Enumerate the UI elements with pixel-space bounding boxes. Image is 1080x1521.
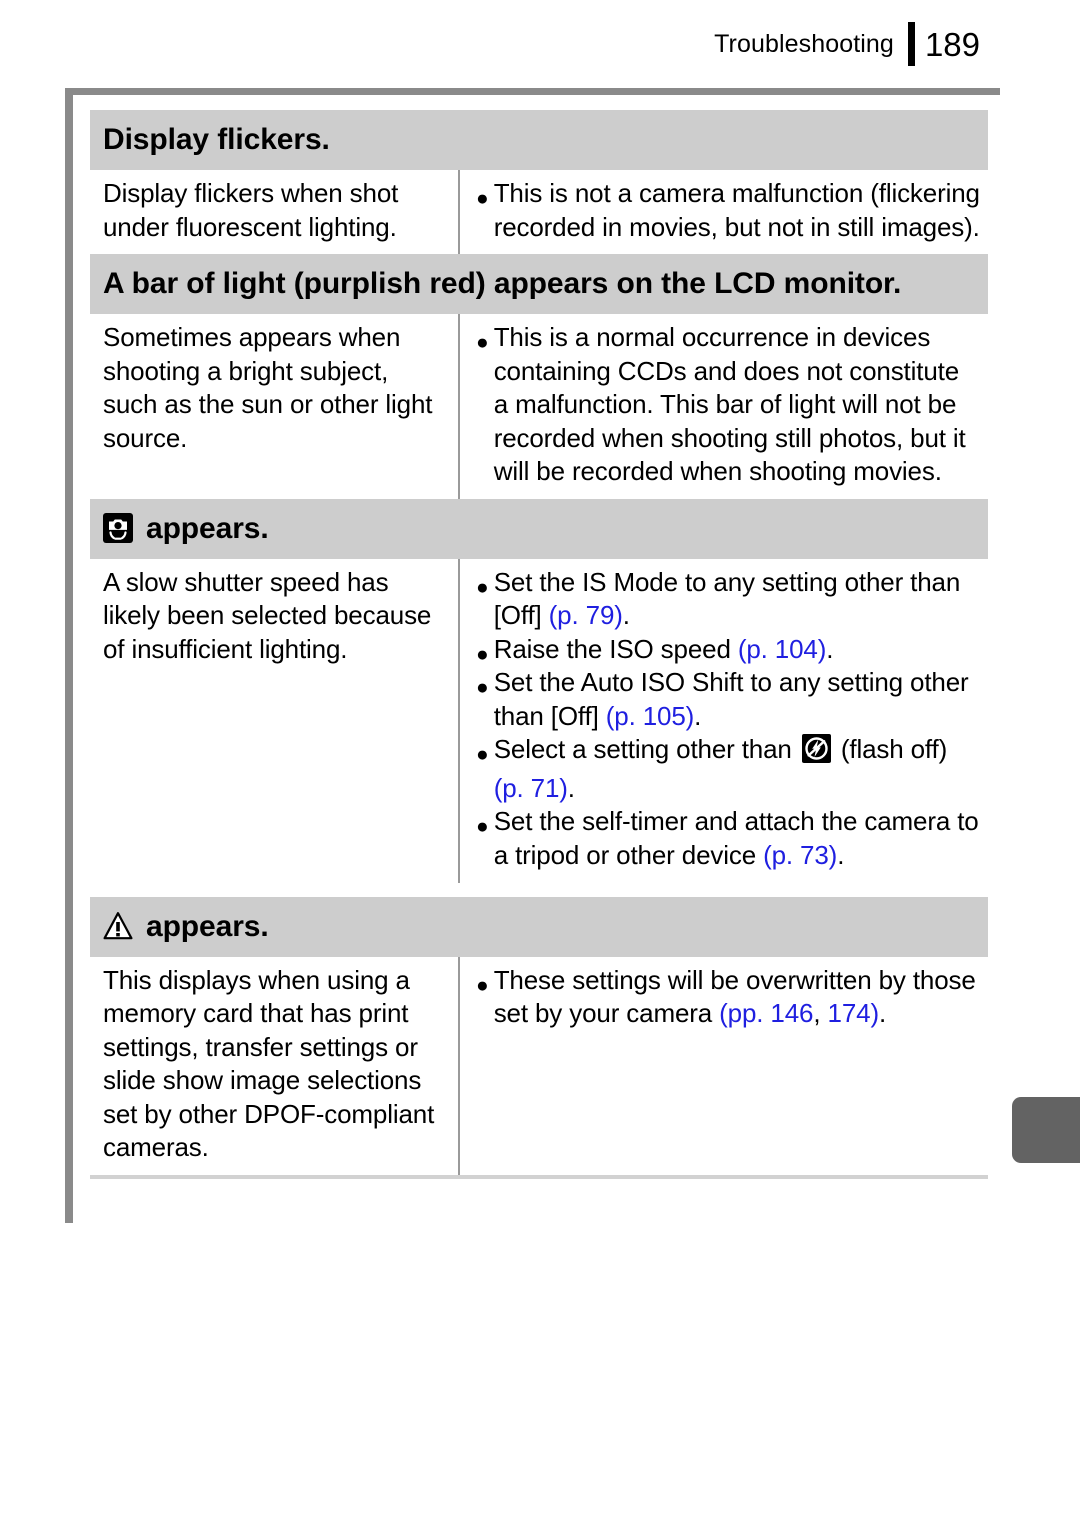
header-divider-bar: [907, 22, 915, 66]
table-bottom-rule: [90, 1174, 988, 1179]
remedy-text: Raise the ISO speed (p. 104).: [493, 633, 834, 664]
section-title: Display flickers.: [103, 123, 330, 156]
table-row: Sometimes appears when shooting a bright…: [90, 314, 988, 499]
cause-cell: Sometimes appears when shooting a bright…: [90, 314, 460, 499]
page-frame-top-rule: [65, 88, 1000, 95]
camera-shake-warning-icon: [103, 512, 133, 548]
section-header-bar-of-light: A bar of light (purplish red) appears on…: [90, 254, 988, 315]
remedy-text: This is a normal occurrence in devices c…: [493, 322, 966, 487]
list-item: ● Set the Auto ISO Shift to any setting …: [476, 666, 980, 733]
remedy-text: Set the self-timer and attach the camera…: [493, 806, 979, 870]
bullet-dot-icon: ●: [476, 642, 489, 666]
cause-text: A slow shutter speed has likely been sel…: [103, 566, 432, 664]
page-reference: (p. 104): [737, 633, 827, 664]
table-row: A slow shutter speed has likely been sel…: [90, 558, 988, 897]
remedy-cell: ● This is a normal occurrence in devices…: [460, 314, 988, 499]
cause-text: This displays when using a memory card t…: [103, 964, 435, 1163]
bullet-dot-icon: ●: [476, 187, 489, 210]
remedy-text: Set the IS Mode to any setting other tha…: [493, 566, 961, 631]
bullet-dot-icon: ●: [476, 575, 489, 599]
section-title: appears.: [146, 511, 269, 545]
remedy-text: Set the Auto ISO Shift to any setting ot…: [493, 667, 969, 731]
section-header-dpof-warning: appears.: [90, 896, 988, 957]
cause-cell: A slow shutter speed has likely been sel…: [90, 558, 460, 883]
flash-off-icon: [801, 734, 831, 772]
remedy-cell: ● This is not a camera malfunction (flic…: [460, 170, 988, 254]
bullet-dot-icon: ●: [476, 676, 489, 700]
page-reference: (p. 73): [763, 839, 838, 870]
cause-text: Display flickers when shot under fluores…: [103, 178, 399, 242]
troubleshooting-table: Display flickers. Display flickers when …: [90, 110, 988, 1179]
list-item: ● Raise the ISO speed (p. 104).: [476, 633, 980, 667]
remedy-cell: ● These settings will be overwritten by …: [460, 957, 988, 1175]
list-item: ● These settings will be overwritten by …: [476, 964, 980, 1031]
remedy-text: This is not a camera malfunction (flicke…: [493, 178, 980, 242]
page-running-header: Troubleshooting 189: [714, 22, 980, 66]
cause-text: Sometimes appears when shooting a bright…: [103, 322, 433, 453]
list-item: ● Set the IS Mode to any setting other t…: [476, 566, 980, 633]
chapter-name: Troubleshooting: [714, 29, 894, 58]
page-frame-left-spine: [65, 88, 73, 1223]
warning-triangle-icon: [103, 911, 133, 946]
list-item: ● This is a normal occurrence in devices…: [476, 321, 980, 489]
bullet-dot-icon: ●: [476, 743, 489, 767]
page-number: 189: [924, 25, 980, 63]
remedy-text: Select a setting other than (flash off) …: [493, 734, 948, 803]
list-item: ● Set the self-timer and attach the came…: [476, 805, 980, 872]
bullet-dot-icon: ●: [476, 815, 489, 839]
cause-cell: This displays when using a memory card t…: [90, 956, 460, 1175]
page-reference: (p. 71): [493, 772, 568, 803]
bullet-dot-icon: ●: [476, 973, 489, 997]
section-title: A bar of light (purplish red) appears on…: [103, 267, 902, 301]
remedy-text: These settings will be overwritten by th…: [493, 964, 976, 1029]
bullet-dot-icon: ●: [476, 331, 489, 355]
section-header-display-flickers: Display flickers.: [90, 110, 988, 170]
section-title: appears.: [146, 909, 269, 943]
section-header-camera-shake-warning: appears.: [90, 498, 988, 559]
page-reference: (p. 105): [605, 700, 695, 731]
page-reference: (p. 79): [548, 600, 623, 631]
list-item: ● Select a setting other than (flash off…: [476, 733, 980, 805]
table-row: Display flickers when shot under fluores…: [90, 170, 988, 255]
table-row: This displays when using a memory card t…: [90, 956, 988, 1175]
list-item: ● This is not a camera malfunction (flic…: [476, 177, 980, 244]
cause-cell: Display flickers when shot under fluores…: [90, 170, 460, 255]
page-reference: 174): [827, 998, 880, 1029]
page-reference: (pp. 146: [719, 998, 814, 1029]
remedy-cell: ● Set the IS Mode to any setting other t…: [460, 559, 988, 883]
chapter-thumb-tab: [1012, 1097, 1080, 1163]
